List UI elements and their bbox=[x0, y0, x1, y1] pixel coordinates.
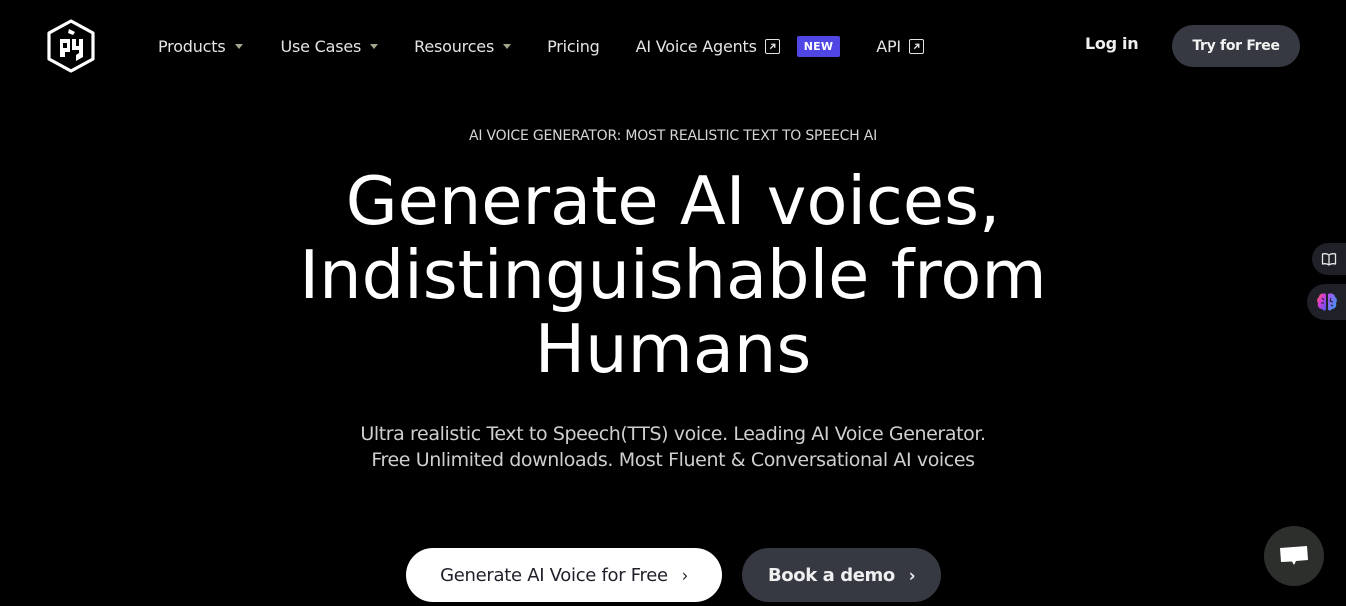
nav-item-label: Use Cases bbox=[280, 36, 362, 56]
nav-item-label: Products bbox=[158, 36, 226, 56]
headline-line: Generate AI voices, bbox=[345, 162, 1001, 240]
external-link-icon bbox=[908, 38, 924, 54]
nav-item-label: AI Voice Agents bbox=[635, 36, 757, 56]
brand-logo[interactable] bbox=[46, 19, 96, 73]
nav-item-resources[interactable]: Resources bbox=[414, 36, 512, 56]
nav-item-label: Resources bbox=[414, 36, 495, 56]
nav-item-label: API bbox=[876, 36, 901, 56]
nav-links: Products Use Cases Resources Pricing AI … bbox=[158, 33, 924, 59]
hero-eyebrow: AI VOICE GENERATOR: MOST REALISTIC TEXT … bbox=[468, 128, 878, 144]
try-for-free-button[interactable]: Try for Free bbox=[1172, 25, 1300, 67]
chevron-right-icon: › bbox=[681, 564, 688, 586]
chat-launcher-button[interactable] bbox=[1264, 526, 1324, 586]
side-ai-button[interactable] bbox=[1307, 284, 1346, 320]
hero-headline: Generate AI voices, Indistinguishable fr… bbox=[0, 164, 1346, 386]
nav-item-ai-voice-agents[interactable]: AI Voice Agents NEW bbox=[635, 35, 841, 57]
subtitle-line: Free Unlimited downloads. Most Fluent & … bbox=[371, 449, 975, 471]
nav-item-use-cases[interactable]: Use Cases bbox=[281, 37, 379, 56]
caret-down-icon bbox=[234, 43, 243, 49]
nav-item-pricing[interactable]: Pricing bbox=[547, 37, 600, 56]
cube-logo-icon bbox=[47, 19, 95, 73]
headline-line: Indistinguishable from bbox=[299, 236, 1047, 314]
headline-line: Humans bbox=[534, 310, 812, 388]
nav-item-api[interactable]: API bbox=[876, 37, 924, 56]
hero-subtitle: Ultra realistic Text to Speech(TTS) voic… bbox=[0, 421, 1346, 473]
external-link-icon bbox=[764, 38, 780, 54]
generate-voice-button[interactable]: Generate AI Voice for Free › bbox=[406, 548, 722, 602]
brain-icon bbox=[1316, 293, 1337, 311]
subtitle-line: Ultra realistic Text to Speech(TTS) voic… bbox=[360, 423, 986, 445]
book-icon bbox=[1321, 253, 1337, 266]
chevron-right-icon: › bbox=[908, 564, 916, 586]
book-demo-button[interactable]: Book a demo › bbox=[742, 548, 941, 602]
button-label: Book a demo bbox=[767, 564, 895, 586]
new-badge: NEW bbox=[796, 35, 841, 57]
caret-down-icon bbox=[370, 43, 379, 49]
login-link[interactable]: Log in bbox=[1085, 34, 1139, 53]
caret-down-icon bbox=[503, 43, 512, 49]
chat-bubble-icon bbox=[1280, 546, 1308, 565]
side-docs-button[interactable] bbox=[1312, 243, 1346, 275]
nav-item-label: Pricing bbox=[547, 36, 600, 56]
button-label: Generate AI Voice for Free bbox=[440, 564, 668, 586]
nav-item-products[interactable]: Products bbox=[158, 37, 243, 56]
top-navigation: Products Use Cases Resources Pricing AI … bbox=[0, 0, 1346, 92]
